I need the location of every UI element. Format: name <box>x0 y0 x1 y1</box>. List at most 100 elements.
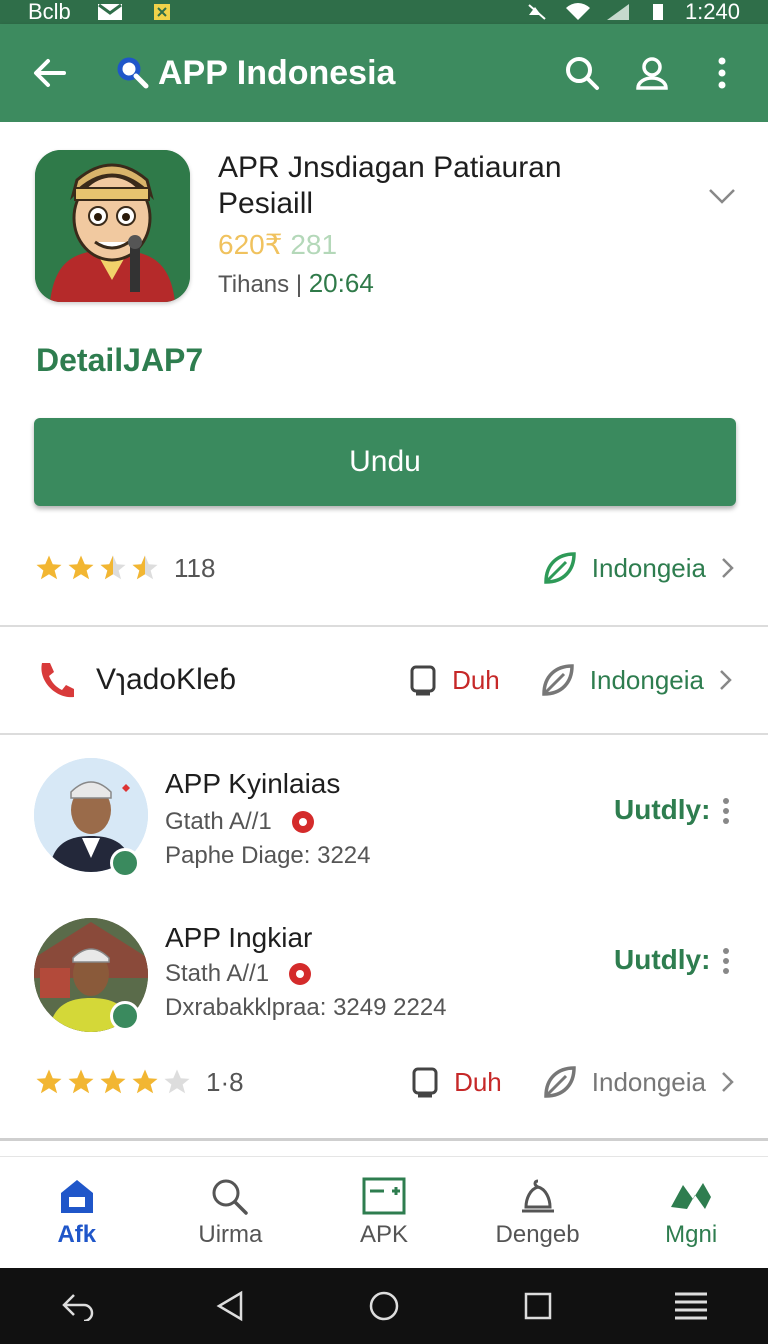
rating-count: 118 <box>174 552 216 583</box>
gmail-icon <box>97 3 122 20</box>
nav-item-uirma[interactable]: Uirma <box>154 1157 308 1268</box>
account-button[interactable] <box>628 49 676 97</box>
home-icon <box>60 1179 93 1213</box>
star-full-icon <box>36 1069 62 1094</box>
more-vert-icon <box>723 798 729 824</box>
search-button[interactable] <box>558 49 606 97</box>
contact-row[interactable]: VɿadoKleɓ Duh Indongeia <box>0 627 768 733</box>
arrow-left-icon <box>34 59 66 87</box>
triangle-back-icon <box>216 1290 243 1322</box>
rating-row: 118 Indongeia <box>34 548 736 588</box>
nav-label: APK <box>359 1220 408 1248</box>
signal-icon <box>606 4 629 20</box>
meta-line: Tihans | 20:64 <box>218 268 374 299</box>
back-button[interactable] <box>24 47 76 99</box>
nav-item-mgni[interactable]: Mgni <box>614 1157 768 1268</box>
leaf-badge-icon <box>110 848 140 878</box>
app-mascot-icon <box>35 150 190 302</box>
page-title: APP Indonesia <box>158 53 396 92</box>
duh-label: Duh <box>454 1066 502 1097</box>
bell-icon <box>521 1179 554 1212</box>
list-item-status[interactable]: Uutdly: <box>614 944 710 976</box>
system-home-button[interactable] <box>364 1286 404 1326</box>
expand-button[interactable] <box>706 180 738 212</box>
nav-label: Afk <box>57 1220 97 1248</box>
nav-item-dengeb[interactable]: Dengeb <box>461 1157 615 1268</box>
battery-icon <box>652 4 663 20</box>
contact-label: VɿadoKleɓ <box>96 663 237 696</box>
phone-icon <box>41 663 74 698</box>
overflow-menu-button[interactable] <box>698 49 746 97</box>
leaf-badge-icon <box>110 1001 140 1031</box>
price-secondary: 281 <box>290 229 338 260</box>
divider <box>0 733 768 735</box>
nav-label: Mgni <box>665 1220 718 1248</box>
more-vert-icon <box>718 57 726 89</box>
system-nav-bar <box>0 1268 768 1344</box>
chevron-down-icon <box>709 189 735 204</box>
region-label: Indongeia <box>589 664 704 695</box>
subtitle-text: Stath A//1 <box>165 960 270 987</box>
star-full-icon <box>68 1069 94 1094</box>
nav-label: Dengeb <box>495 1220 580 1248</box>
list-item[interactable]: APP Ingkiar Stath A//1 Dxrabakklpraa: 32… <box>0 906 768 1046</box>
mute-icon <box>528 4 546 20</box>
meta-label: Tihans | <box>218 271 303 298</box>
system-recents-button[interactable] <box>518 1286 558 1326</box>
menu-icon <box>675 1292 708 1320</box>
app-name: APR Jnsdiagan Patiauran Pesiaill <box>218 151 562 220</box>
star-half-icon <box>132 555 158 580</box>
search-icon <box>566 57 599 90</box>
list-item-status[interactable]: Uutdly: <box>614 794 710 826</box>
chevron-right-icon <box>722 1072 734 1092</box>
system-back-alt-button[interactable] <box>57 1286 97 1326</box>
search-icon <box>212 1179 249 1215</box>
nav-item-apk[interactable]: APK <box>307 1157 461 1268</box>
divider <box>0 1138 768 1141</box>
price-primary: 620₹ <box>218 229 283 260</box>
contact-region-link[interactable]: Indongeia <box>540 662 734 698</box>
leaf-icon <box>544 1066 576 1098</box>
app-bar: APP Indonesia <box>0 24 768 122</box>
brand-mark-icon <box>671 1182 712 1209</box>
section-title: DetailJAP7 <box>36 342 204 378</box>
device-icon <box>412 1067 438 1098</box>
rating-count: 1·8 <box>206 1066 244 1097</box>
subtitle-text: Gtath A//1 <box>165 808 272 835</box>
list-item[interactable]: APP Kyinlaias Gtath A//1 Paphe Diage: 32… <box>0 752 768 892</box>
title-group: APP Indonesia <box>116 54 395 93</box>
chevron-right-icon <box>722 558 734 578</box>
system-back-button[interactable] <box>210 1286 250 1326</box>
item-more-button[interactable] <box>716 796 736 826</box>
circle-home-icon <box>369 1291 399 1321</box>
flower-icon <box>291 811 314 833</box>
list-item-detail: Dxrabakklpraa: 3249 2224 <box>165 994 447 1021</box>
footer-region-link[interactable]: Indongeia <box>542 1064 736 1100</box>
square-recents-icon <box>524 1292 551 1320</box>
duh-action[interactable]: Duh <box>410 1066 502 1098</box>
star-empty-icon <box>164 1069 190 1094</box>
duh-label: Duh <box>452 664 500 695</box>
account-icon <box>636 57 668 90</box>
region-label: Indongeia <box>591 552 706 583</box>
item-more-button[interactable] <box>716 946 736 976</box>
list-item-subtitle: Stath A//1 <box>165 960 313 988</box>
list-item-title: APP Ingkiar <box>165 922 313 953</box>
duh-action[interactable]: Duh <box>408 664 500 696</box>
app-icon[interactable] <box>35 150 190 302</box>
star-full-icon <box>68 555 94 580</box>
download-button[interactable]: Undu <box>34 418 736 506</box>
search-icon <box>117 57 149 89</box>
system-menu-button[interactable] <box>671 1286 711 1326</box>
apk-box-icon <box>362 1177 406 1214</box>
device-icon <box>410 665 436 696</box>
sim-icon <box>153 4 170 20</box>
app-header-card: APR Jnsdiagan Patiauran Pesiaill 620₹ 28… <box>0 122 768 625</box>
list-item-title: APP Kyinlaias <box>165 768 341 799</box>
region-label: Indongeia <box>591 1066 706 1097</box>
nav-item-afk[interactable]: Afk <box>0 1157 154 1268</box>
wifi-icon <box>565 3 590 21</box>
return-icon <box>62 1294 93 1321</box>
region-link[interactable]: Indongeia <box>542 550 736 586</box>
list-item-detail: Paphe Diage: 3224 <box>165 842 371 869</box>
